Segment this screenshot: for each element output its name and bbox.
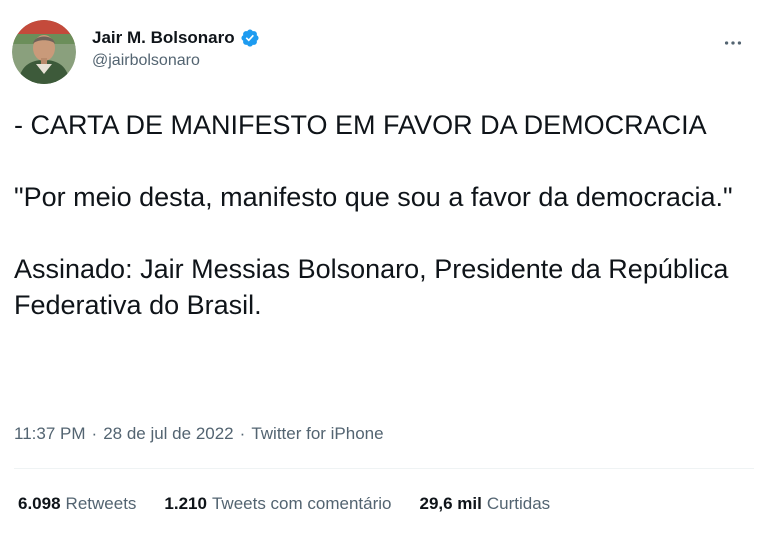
stat-likes[interactable]: 29,6 mil Curtidas <box>419 494 550 514</box>
display-name-row: Jair M. Bolsonaro <box>92 28 260 48</box>
stat-retweets[interactable]: 6.098 Retweets <box>18 494 136 514</box>
tweet-paragraph: Assinado: Jair Messias Bolsonaro, Presid… <box>14 254 729 320</box>
tweet-date[interactable]: 28 de jul de 2022 <box>103 424 233 444</box>
meta-separator: · <box>239 424 246 443</box>
avatar[interactable] <box>12 20 76 84</box>
divider <box>14 468 754 469</box>
stat-count: 6.098 <box>18 494 61 513</box>
tweet-paragraph: "Por meio desta, manifesto que sou a fav… <box>14 182 733 212</box>
tweet-source[interactable]: Twitter for iPhone <box>251 424 383 444</box>
tweet-header: Jair M. Bolsonaro @jairbolsonaro <box>12 20 756 86</box>
tweet-paragraph: - CARTA DE MANIFESTO EM FAVOR DA DEMOCRA… <box>14 110 707 140</box>
tweet-text: - CARTA DE MANIFESTO EM FAVOR DA DEMOCRA… <box>14 107 734 323</box>
author-handle[interactable]: @jairbolsonaro <box>92 52 260 70</box>
stat-quote-tweets[interactable]: 1.210 Tweets com comentário <box>164 494 391 514</box>
display-name[interactable]: Jair M. Bolsonaro <box>92 28 235 48</box>
stat-count: 29,6 mil <box>419 494 482 513</box>
author-names: Jair M. Bolsonaro @jairbolsonaro <box>92 28 260 70</box>
tweet-meta: 11:37 PM · 28 de jul de 2022 · Twitter f… <box>14 424 384 444</box>
stat-label: Tweets com comentário <box>211 494 392 513</box>
tweet-card: Jair M. Bolsonaro @jairbolsonaro - CARTA… <box>0 0 768 538</box>
stat-count: 1.210 <box>164 494 207 513</box>
meta-separator: · <box>91 424 98 443</box>
tweet-stats: 6.098 Retweets 1.210 Tweets com comentár… <box>18 494 550 514</box>
avatar-photo <box>12 20 76 84</box>
more-dots-icon[interactable] <box>716 26 750 60</box>
tweet-time[interactable]: 11:37 PM <box>14 424 86 444</box>
verified-badge-icon <box>240 28 260 48</box>
stat-label: Curtidas <box>486 494 551 513</box>
stat-label: Retweets <box>65 494 137 513</box>
